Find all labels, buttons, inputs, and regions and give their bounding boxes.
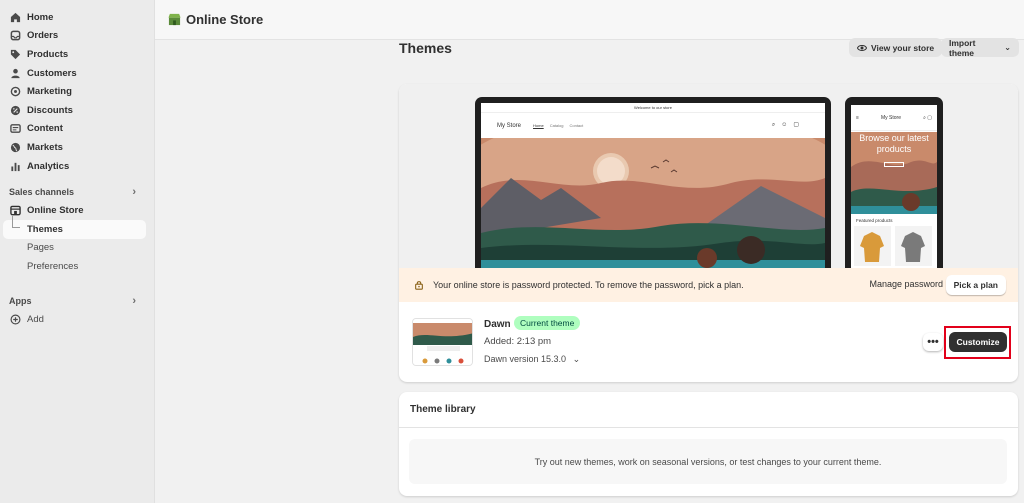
- theme-added-time: Added: 2:13 pm: [484, 336, 552, 347]
- theme-library-title: Theme library: [410, 404, 476, 415]
- manage-password-link[interactable]: Manage password: [869, 279, 943, 289]
- tag-icon: [10, 49, 21, 60]
- preview-mobile-nav: ≡ My Store ⌕ ▢: [851, 105, 937, 131]
- target-icon: [10, 86, 21, 97]
- online-store-icon: [168, 13, 181, 26]
- sidebar-item-customers[interactable]: Customers: [0, 64, 154, 83]
- sidebar-item-label: Add: [27, 313, 44, 325]
- sidebar-item-label: Products: [27, 48, 69, 60]
- lock-icon: [415, 281, 423, 290]
- sidebar-item-marketing[interactable]: Marketing: [0, 82, 154, 101]
- theme-thumbnail-image: [413, 319, 472, 365]
- page-title: Themes: [399, 40, 452, 56]
- customize-button[interactable]: Customize: [949, 332, 1007, 352]
- sidebar-item-label: Customers: [27, 67, 77, 79]
- add-circle-icon: [10, 314, 21, 325]
- header-title: Online Store: [186, 12, 264, 27]
- current-theme-card: Welcome to our store My Store Home Catal…: [399, 84, 1018, 382]
- view-store-button[interactable]: View your store: [849, 38, 943, 57]
- sidebar-item-label: Markets: [27, 141, 63, 153]
- preview-header-icons: ⌕ ▢: [923, 114, 932, 121]
- sidebar-item-themes[interactable]: Themes: [3, 215, 146, 239]
- chevron-down-icon: ⌄: [1004, 43, 1011, 52]
- menu-icon: ≡: [856, 114, 859, 121]
- sidebar-item-analytics[interactable]: Analytics: [0, 157, 154, 176]
- preview-nav-link: Contact: [569, 123, 584, 128]
- sidebar-item-label: Home: [27, 11, 54, 23]
- apps-header[interactable]: Apps ›: [0, 292, 154, 310]
- theme-thumbnail[interactable]: [412, 318, 473, 366]
- store-icon: [10, 205, 21, 216]
- import-theme-button[interactable]: Import theme ⌄: [941, 38, 1019, 58]
- preview-store-name: My Store: [497, 122, 522, 129]
- sidebar-item-content[interactable]: Content: [0, 120, 154, 139]
- product-thumbnail: [895, 226, 932, 266]
- sidebar-item-pages[interactable]: Pages: [0, 239, 154, 258]
- person-icon: [10, 68, 21, 79]
- content-icon: [10, 123, 21, 134]
- theme-library-empty-state: Try out new themes, work on seasonal ver…: [409, 439, 1007, 484]
- divider: [399, 427, 1018, 428]
- preview-nav: My Store Home Catalog Contact ⌕☺▢: [481, 113, 825, 138]
- discount-icon: [10, 105, 21, 116]
- more-actions-button[interactable]: •••: [923, 333, 943, 351]
- password-banner: Your online store is password protected.…: [399, 268, 1018, 302]
- chevron-right-icon: ›: [132, 186, 136, 199]
- preview-nav-link: Catalog: [549, 123, 564, 128]
- sidebar-item-label: Online Store: [27, 205, 84, 217]
- sidebar-item-label: Orders: [27, 30, 59, 42]
- current-theme-badge: Current theme: [514, 316, 581, 330]
- sidebar-item-preferences[interactable]: Preferences: [0, 257, 154, 276]
- sidebar-item-online-store[interactable]: Online Store: [0, 201, 154, 220]
- mobile-hero-text: Browse our latest products: [859, 133, 929, 154]
- announcement-bar: Welcome to our store: [481, 103, 825, 113]
- globe-icon: [10, 142, 21, 153]
- tree-branch: [12, 215, 20, 228]
- sidebar-item-label: Analytics: [27, 160, 70, 172]
- sweater-icon: [901, 232, 925, 262]
- theme-library-card: Theme library Try out new themes, work o…: [399, 392, 1018, 496]
- sidebar-item-label: Marketing: [27, 86, 72, 98]
- eye-icon: [857, 44, 867, 51]
- mobile-hero-button: [884, 162, 904, 167]
- preview-nav-link: Home: [533, 123, 544, 128]
- sidebar-item-label: Content: [27, 123, 63, 135]
- sidebar: Home Orders Products Customers Marketing…: [0, 0, 155, 503]
- sidebar-item-orders[interactable]: Orders: [0, 27, 154, 46]
- home-icon: [10, 12, 21, 23]
- chevron-right-icon: ›: [132, 294, 136, 307]
- sidebar-item-markets[interactable]: Markets: [0, 138, 154, 157]
- theme-preview: Welcome to our store My Store Home Catal…: [399, 84, 1018, 268]
- theme-version-dropdown[interactable]: Dawn version 15.3.0 ⌄: [484, 354, 580, 365]
- orders-icon: [10, 30, 21, 41]
- sidebar-item-add-app[interactable]: Add: [0, 310, 154, 329]
- banner-message: Your online store is password protected.…: [433, 280, 744, 290]
- sidebar-item-home[interactable]: Home: [0, 8, 154, 27]
- theme-name: Dawn: [484, 319, 511, 330]
- preview-header-icons: ⌕☺▢: [771, 122, 805, 128]
- hero-illustration: [481, 138, 825, 268]
- sweater-icon: [860, 232, 884, 262]
- featured-products-label: Featured products: [856, 218, 893, 223]
- sidebar-item-discounts[interactable]: Discounts: [0, 101, 154, 120]
- preview-store-name: My Store: [880, 114, 901, 121]
- product-thumbnail: [854, 226, 891, 266]
- chart-icon: [10, 161, 21, 172]
- sidebar-item-products[interactable]: Products: [0, 45, 154, 64]
- sidebar-item-label: Discounts: [27, 104, 73, 116]
- desktop-preview: Welcome to our store My Store Home Catal…: [475, 97, 831, 268]
- mobile-preview: ≡ My Store ⌕ ▢ Browse our latest product…: [845, 97, 943, 268]
- pick-plan-button[interactable]: Pick a plan: [945, 275, 1006, 295]
- page-header: Online Store: [155, 0, 1024, 40]
- chevron-down-icon: ⌄: [572, 354, 581, 364]
- sales-channels-header[interactable]: Sales channels ›: [0, 183, 154, 201]
